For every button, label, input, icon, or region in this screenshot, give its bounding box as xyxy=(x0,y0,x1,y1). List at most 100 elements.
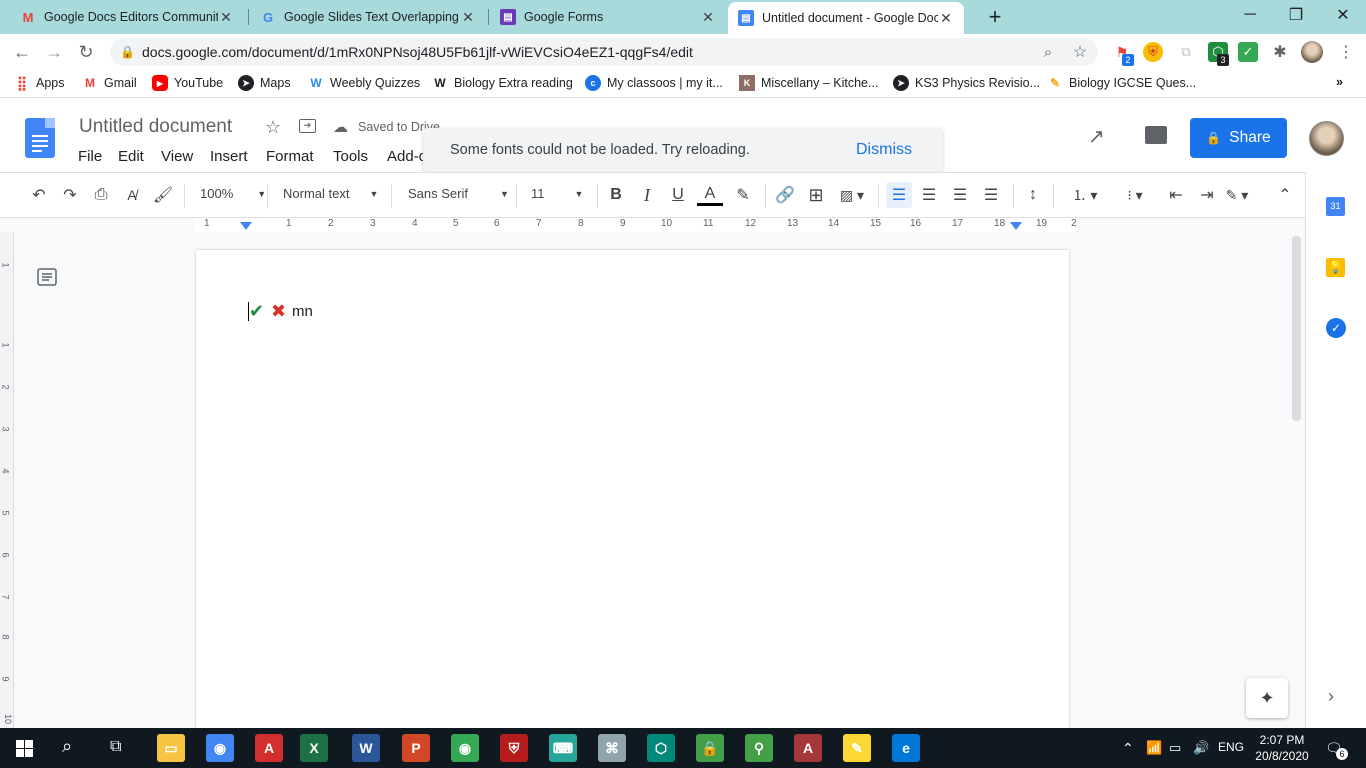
lock-icon[interactable]: 🔒 xyxy=(696,734,724,762)
decrease-indent-icon[interactable]: ⇤ xyxy=(1164,184,1188,206)
edge-icon[interactable]: e xyxy=(892,734,920,762)
bookmark-biology-extra[interactable]: W Biology Extra reading xyxy=(432,75,573,91)
keyboard-icon[interactable]: ⌨ xyxy=(549,734,577,762)
zoom-icon[interactable]: ⌕ xyxy=(1036,40,1060,64)
font-select[interactable]: Sans Serif ▼ xyxy=(408,186,509,201)
highlight-icon[interactable]: ✎ xyxy=(732,184,754,206)
menu-edit[interactable]: Edit xyxy=(118,148,144,165)
redo-icon[interactable]: ↷ xyxy=(59,184,81,206)
menu-format[interactable]: Format xyxy=(266,148,314,165)
bookmark-star-icon[interactable]: ☆ xyxy=(1068,40,1092,64)
url-text[interactable]: docs.google.com/document/d/1mRx0NPNsoj48… xyxy=(142,44,693,60)
word-icon[interactable]: W xyxy=(352,734,380,762)
close-tab-icon[interactable]: ✕ xyxy=(938,10,954,27)
chrome-menu-icon[interactable]: ⋮ xyxy=(1334,40,1358,64)
bookmark-youtube[interactable]: ▶ YouTube xyxy=(152,75,223,91)
windows-start-icon[interactable] xyxy=(16,740,33,757)
bookmark-weebly-quizzes[interactable]: W Weebly Quizzes xyxy=(308,75,420,91)
text-color-icon[interactable]: A xyxy=(697,184,723,206)
align-right-icon[interactable]: ☰ xyxy=(949,184,971,206)
battery-icon[interactable]: ▭ xyxy=(1169,740,1181,756)
close-tab-icon[interactable]: ✕ xyxy=(218,9,234,26)
share-button[interactable]: 🔒 Share xyxy=(1190,118,1287,158)
calendar-icon[interactable]: 31 xyxy=(1326,197,1345,216)
lock-icon[interactable]: 🔒 xyxy=(120,45,135,59)
justify-icon[interactable]: ☰ xyxy=(980,184,1002,206)
clock[interactable]: 2:07 PM 20/8/2020 xyxy=(1252,732,1312,764)
account-avatar[interactable] xyxy=(1309,121,1344,156)
document-title[interactable]: Untitled document xyxy=(79,116,232,138)
paragraph-style-select[interactable]: Normal text ▼ xyxy=(283,186,378,201)
restore-button[interactable]: ❐ xyxy=(1273,0,1319,30)
vertical-ruler[interactable]: 1 1 2 3 4 5 6 7 8 9 10 xyxy=(0,232,14,728)
tab-slides-overlapping[interactable]: G Google Slides Text Overlapping - ✕ xyxy=(250,0,486,34)
move-folder-icon[interactable]: ➔ xyxy=(299,119,316,133)
pen-icon[interactable]: ✎ xyxy=(843,734,871,762)
chrome-icon[interactable]: ◉ xyxy=(198,728,242,768)
volume-icon[interactable]: 🔊 xyxy=(1193,740,1209,756)
pin-icon[interactable]: ⚲ xyxy=(745,734,773,762)
copy-extension-icon[interactable]: ⧉ xyxy=(1176,42,1196,62)
italic-icon[interactable]: I xyxy=(637,184,657,206)
check-extension-icon[interactable]: ✓ xyxy=(1238,42,1258,62)
underline-icon[interactable]: U xyxy=(668,184,688,206)
close-window-button[interactable]: ✕ xyxy=(1320,0,1366,30)
chrome-icon[interactable]: ◉ xyxy=(451,734,479,762)
file-explorer-icon[interactable]: ▭ xyxy=(157,734,185,762)
link-icon[interactable]: 🔗 xyxy=(773,184,797,206)
powerpoint-icon[interactable]: P xyxy=(402,734,430,762)
bookmark-ks3-physics[interactable]: ➤ KS3 Physics Revisio... xyxy=(893,75,1040,91)
profile-avatar[interactable] xyxy=(1301,41,1323,63)
keep-icon[interactable]: 💡 xyxy=(1326,258,1345,277)
tasks-icon[interactable]: ✓ xyxy=(1326,318,1346,338)
tray-overflow-icon[interactable]: ⌃ xyxy=(1122,740,1134,757)
numbered-list-icon[interactable]: ⒈ ▾ xyxy=(1064,184,1106,206)
insert-image-icon[interactable]: ▨ ▾ xyxy=(835,184,869,206)
scrollbar-thumb[interactable] xyxy=(1292,236,1301,421)
bookmark-biology-igcse[interactable]: ✎ Biology IGCSE Ques... xyxy=(1047,75,1196,91)
new-tab-button[interactable]: + xyxy=(972,2,1018,32)
print-icon[interactable]: ⎙ xyxy=(90,184,112,206)
dismiss-button[interactable]: Dismiss xyxy=(856,141,912,159)
puzzle-extensions-icon[interactable]: ✱ xyxy=(1270,42,1290,62)
more-bookmarks-button[interactable]: » xyxy=(1336,75,1343,89)
horizontal-ruler[interactable]: 1 1 2 3 4 5 6 7 8 9 10 11 12 13 14 15 16 17 18 19 2 xyxy=(195,218,1077,232)
bookmark-maps[interactable]: ➤ Maps xyxy=(238,75,291,91)
right-indent-marker[interactable] xyxy=(1010,222,1022,230)
forward-button[interactable]: → xyxy=(42,40,66,64)
bulleted-list-icon[interactable]: ⁝ ▾ xyxy=(1114,184,1156,206)
excel-icon[interactable]: X xyxy=(300,734,328,762)
paint-format-icon[interactable]: 🖌 xyxy=(152,184,174,206)
document-outline-icon[interactable] xyxy=(37,267,57,287)
comments-icon[interactable] xyxy=(1145,126,1167,144)
collapse-menus-icon[interactable]: ⌃ xyxy=(1274,184,1296,206)
insert-comment-icon[interactable]: ⊞ xyxy=(805,184,827,206)
spellcheck-icon[interactable]: A̸ xyxy=(121,184,143,206)
expand-panel-icon[interactable]: › xyxy=(1328,686,1334,707)
hex-icon[interactable]: ⬡ xyxy=(647,734,675,762)
document-body-text[interactable]: mn xyxy=(292,303,313,320)
bookmark-classoos[interactable]: c My classoos | my it... xyxy=(585,75,723,91)
menu-file[interactable]: File xyxy=(78,148,102,165)
docs-home-icon[interactable] xyxy=(25,118,55,158)
undo-icon[interactable]: ↶ xyxy=(28,184,50,206)
increase-indent-icon[interactable]: ⇥ xyxy=(1195,184,1219,206)
bookmark-gmail[interactable]: M Gmail xyxy=(82,75,137,91)
close-tab-icon[interactable]: ✕ xyxy=(700,9,716,26)
menu-insert[interactable]: Insert xyxy=(210,148,248,165)
bookmark-miscellany[interactable]: K Miscellany – Kitche... xyxy=(739,75,878,91)
tab-docs-community[interactable]: M Google Docs Editors Community ✕ xyxy=(10,0,244,34)
tab-google-forms[interactable]: ▤ Google Forms ✕ xyxy=(490,0,726,34)
shield-icon[interactable]: ⛨ xyxy=(500,734,528,762)
shield-extension-icon[interactable]: ⛨ xyxy=(1143,42,1163,62)
align-left-icon[interactable]: ☰ xyxy=(886,182,912,208)
bookmark-apps[interactable]: ⣿ Apps xyxy=(14,75,65,91)
minimize-button[interactable]: ─ xyxy=(1227,0,1273,30)
editing-mode-icon[interactable]: ✎ ▾ xyxy=(1219,184,1255,206)
acrobat-icon[interactable]: A xyxy=(255,734,283,762)
access-icon[interactable]: A xyxy=(794,734,822,762)
explore-button[interactable]: ✦ xyxy=(1246,678,1288,718)
document-page[interactable] xyxy=(196,250,1069,728)
align-center-icon[interactable]: ☰ xyxy=(918,184,940,206)
back-button[interactable]: ← xyxy=(10,40,34,64)
